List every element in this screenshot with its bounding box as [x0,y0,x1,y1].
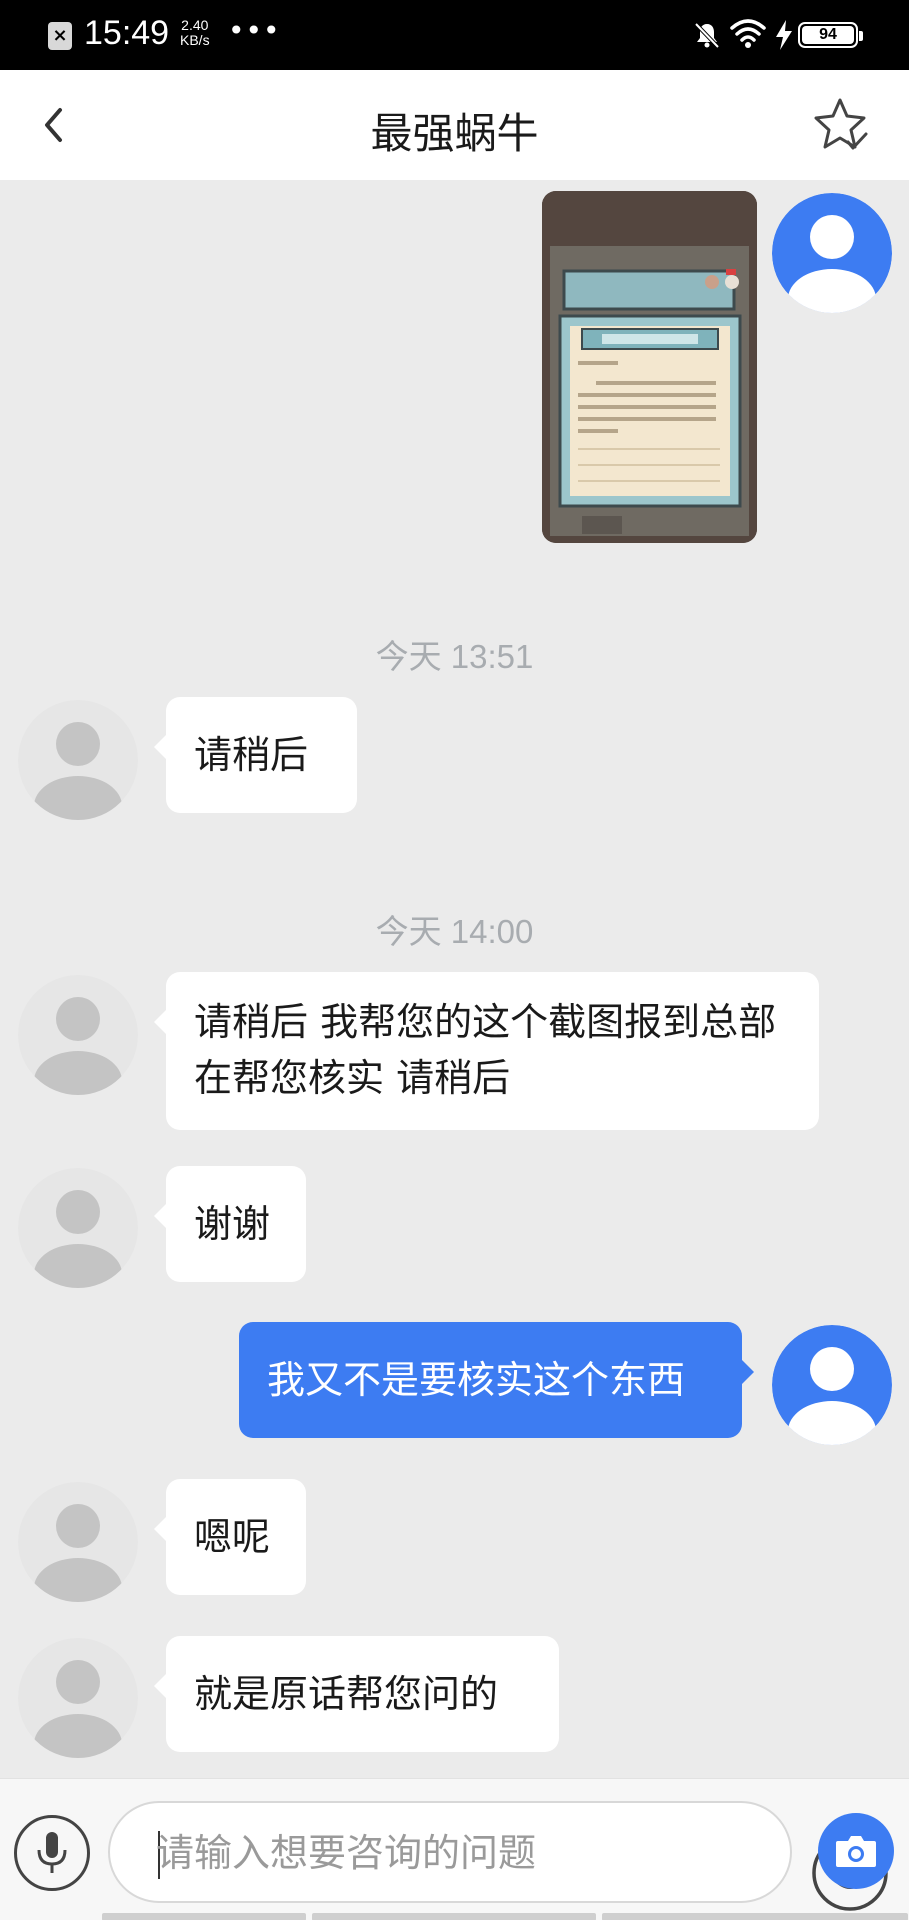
agent-avatar[interactable] [18,700,138,820]
status-time: 15:49 [84,14,170,52]
agent-avatar[interactable] [18,1638,138,1758]
network-speed-unit: KB/s [180,32,210,48]
shortcut-bar [312,1913,596,1920]
game-screenshot-thumbnail [542,191,757,543]
charging-icon [776,20,792,50]
chat-header: 最强蜗牛 [0,70,909,180]
timestamp: 今天 13:51 [375,638,534,675]
camera-button[interactable] [818,1813,894,1889]
shortcut-bar [102,1913,306,1920]
network-speed-value: 2.40 [181,17,209,33]
camera-icon [836,1836,876,1867]
user-message-bubble: 我又不是要核实这个东西 [239,1322,754,1438]
wifi-icon [730,19,766,48]
agent-avatar[interactable] [18,975,138,1095]
shortcut-bar [602,1913,908,1920]
user-avatar[interactable] [772,1325,892,1445]
more-notifications-icon: ••• [228,14,281,47]
message-bubble: 就是原话帮您问的 [154,1636,559,1752]
agent-avatar[interactable] [18,1168,138,1288]
input-bar [0,1778,909,1920]
status-bar: × 15:49 2.40 KB/s ••• 94 [0,0,909,70]
message-input-box[interactable] [108,1801,888,1911]
message-bubble: 谢谢 [154,1166,306,1282]
battery-level: 94 [802,26,854,44]
page-title: 最强蜗牛 [370,109,539,158]
network-speed: 2.40 KB/s [180,18,210,48]
message-bubble: 请稍后 我帮您的这个截图报到总部 在帮您核实 请稍后 [154,972,819,1130]
message-bubble: 请稍后 [154,697,357,813]
favorite-star-icon[interactable] [812,96,872,156]
no-sim-icon: × [48,22,72,50]
agent-avatar[interactable] [18,1482,138,1602]
user-avatar[interactable] [772,193,892,313]
microphone-icon [37,1832,67,1873]
screenshot-image-message[interactable] [542,191,757,543]
message-input[interactable] [156,1827,676,1879]
battery-icon: 94 [798,22,863,48]
voice-input-button[interactable] [14,1815,90,1891]
message-bubble: 嗯呢 [154,1479,306,1595]
timestamp: 今天 14:00 [375,913,534,950]
mute-bell-icon [694,22,720,49]
